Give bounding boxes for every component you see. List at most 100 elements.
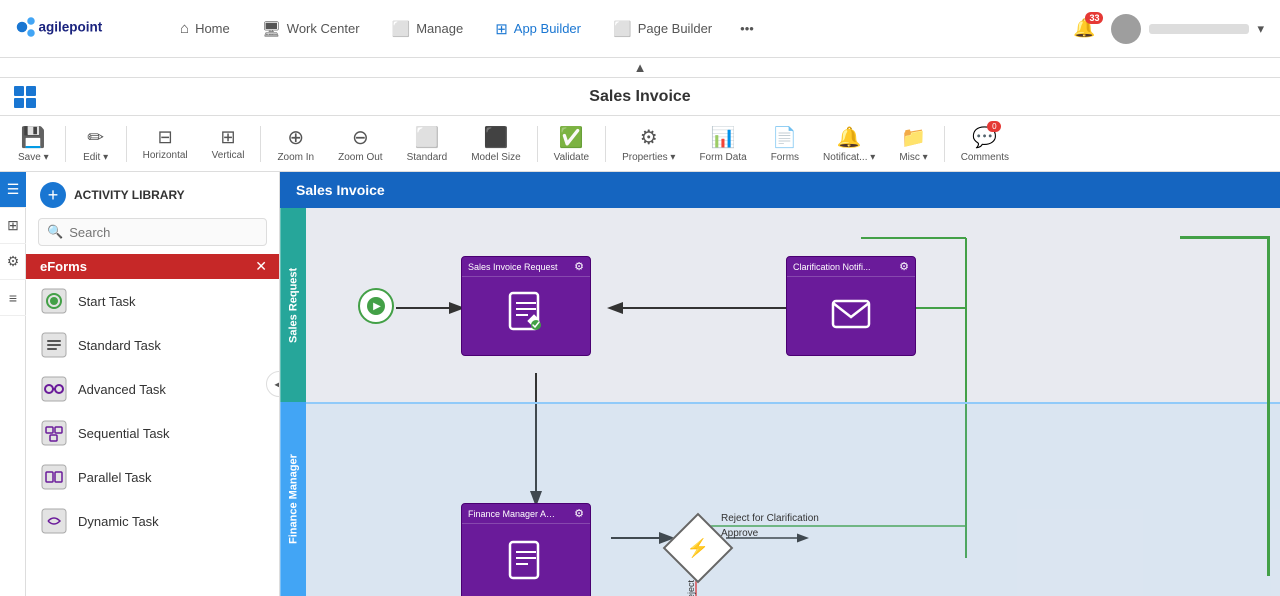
notification-badge: 33: [1085, 12, 1103, 24]
eforms-close-button[interactable]: ✕: [255, 258, 267, 275]
separator: [944, 126, 945, 162]
main-content: ☰ ⊞ ⚙ ≡ + ACTIVITY LIBRARY 🔍 eForms ✕: [0, 172, 1280, 596]
formdata-button[interactable]: 📊 Form Data: [689, 121, 756, 167]
node-settings-icon[interactable]: ⚙: [574, 507, 584, 520]
svg-text:agilepoint: agilepoint: [39, 20, 103, 35]
notifications-tool-button[interactable]: 🔔 Notificat...: [813, 121, 885, 167]
zoomin-button[interactable]: ⊕ Zoom In: [267, 121, 324, 167]
diagram-title-label: Sales Invoice: [296, 182, 385, 198]
start-node[interactable]: ▶: [358, 288, 394, 324]
canvas-body[interactable]: Sales Request Finance Manager: [280, 208, 1280, 596]
collapse-nav-bar[interactable]: ▲: [0, 58, 1280, 78]
forms-button[interactable]: 📄 Forms: [761, 121, 809, 167]
advanced-task-label: Advanced Task: [78, 382, 166, 397]
monitor-icon: 🖥: [262, 20, 281, 38]
chevron-up-icon: ▲: [634, 60, 647, 75]
notification-bell-icon: 🔔: [837, 125, 862, 150]
finance-manager-appr-node[interactable]: Finance Manager Appr... ⚙: [461, 503, 591, 596]
misc-icon: 📁: [901, 125, 926, 150]
finance-swimlane-bg: [306, 402, 1280, 596]
vertical-label: Vertical: [212, 150, 245, 161]
nav-appbuilder[interactable]: ⊞ App Builder: [483, 14, 593, 44]
play-icon: ▶: [373, 301, 381, 312]
zoomout-button[interactable]: ⊖ Zoom Out: [328, 121, 392, 167]
toolbar: 💾 Save ✏ Edit ⊟ Horizontal ⊞ Vertical ⊕ …: [0, 116, 1280, 172]
nav-workcenter[interactable]: 🖥 Work Center: [250, 14, 372, 44]
sequential-task-icon: [40, 419, 68, 447]
canvas-title: Sales Invoice: [280, 172, 1280, 208]
list-item[interactable]: Advanced Task: [26, 367, 279, 411]
decision-diamond[interactable]: ⚡: [666, 516, 730, 580]
node-settings-icon[interactable]: ⚙: [574, 260, 584, 273]
standard-task-label: Standard Task: [78, 338, 161, 353]
nav-more-button[interactable]: •••: [732, 15, 762, 42]
list-view-button[interactable]: ☰: [0, 172, 26, 208]
parallel-task-label: Parallel Task: [78, 470, 151, 485]
vertical-icon: ⊞: [220, 127, 235, 148]
layers-button[interactable]: ≡: [0, 280, 26, 316]
swimlane-divider: [306, 402, 1280, 404]
search-box: 🔍: [38, 218, 267, 246]
nav-pagebuilder[interactable]: ⬜ Page Builder: [601, 14, 724, 44]
node-settings-icon[interactable]: ⚙: [899, 260, 909, 273]
title-bar: Sales Invoice: [0, 78, 1280, 116]
edit-icon: ✏: [87, 125, 104, 150]
add-activity-button[interactable]: +: [40, 182, 66, 208]
forms-label: Forms: [771, 152, 799, 163]
properties-button[interactable]: ⚙ Properties: [612, 121, 685, 167]
search-input[interactable]: [69, 225, 258, 240]
list-item[interactable]: Dynamic Task: [26, 499, 279, 543]
standard-task-icon: [40, 331, 68, 359]
grid-view-button[interactable]: ⊞: [0, 208, 26, 244]
eforms-section-header: eForms ✕: [26, 254, 279, 279]
list-item[interactable]: Start Task: [26, 279, 279, 323]
separator: [537, 126, 538, 162]
green-border-right: [1267, 236, 1270, 576]
list-item[interactable]: Sequential Task: [26, 411, 279, 455]
appbuilder-icon: ⊞: [495, 20, 508, 38]
horizontal-button[interactable]: ⊟ Horizontal: [133, 123, 198, 165]
node-body: [462, 277, 590, 349]
horizontal-icon: ⊟: [158, 127, 173, 148]
node-header: Clarification Notifi... ⚙: [787, 257, 915, 277]
sidebar-top-left: + ACTIVITY LIBRARY: [40, 182, 185, 208]
save-button[interactable]: 💾 Save: [8, 121, 59, 167]
nav-appbuilder-label: App Builder: [514, 21, 581, 36]
nav-manage[interactable]: ⬜ Manage: [380, 14, 476, 44]
settings-view-button[interactable]: ⚙: [0, 244, 26, 280]
clarification-notif-label: Clarification Notifi...: [793, 262, 871, 272]
sales-invoice-request-node[interactable]: Sales Invoice Request ⚙: [461, 256, 591, 356]
dynamic-task-icon: [40, 507, 68, 535]
node-header: Finance Manager Appr... ⚙: [462, 504, 590, 524]
node-body: [462, 524, 590, 596]
user-name: [1149, 24, 1249, 34]
search-icon: 🔍: [47, 224, 63, 240]
vertical-button[interactable]: ⊞ Vertical: [202, 123, 255, 165]
separator: [605, 126, 606, 162]
clarification-notif-node[interactable]: Clarification Notifi... ⚙: [786, 256, 916, 356]
validate-button[interactable]: ✅ Validate: [544, 121, 599, 167]
nav-home[interactable]: ⌂ Home: [168, 14, 242, 43]
diagram-canvas[interactable]: ▶ Sales Invoice Request ⚙: [306, 208, 1280, 596]
standard-button[interactable]: ⬜ Standard: [397, 121, 458, 167]
list-item[interactable]: Parallel Task: [26, 455, 279, 499]
manage-icon: ⬜: [392, 20, 411, 38]
sequential-task-label: Sequential Task: [78, 426, 170, 441]
pagebuilder-icon: ⬜: [613, 20, 632, 38]
advanced-task-icon: [40, 375, 68, 403]
separator: [65, 126, 66, 162]
notifications-button[interactable]: 🔔 33: [1073, 18, 1095, 39]
comments-button[interactable]: 💬 0 Comments: [951, 121, 1019, 167]
modelsize-button[interactable]: ⬛ Model Size: [461, 121, 530, 167]
swimlane-labels: Sales Request Finance Manager: [280, 208, 306, 596]
separator: [126, 126, 127, 162]
node-header: Sales Invoice Request ⚙: [462, 257, 590, 277]
list-item[interactable]: Standard Task: [26, 323, 279, 367]
grid-menu-button[interactable]: [14, 86, 36, 108]
save-label: Save: [18, 152, 49, 163]
edit-button[interactable]: ✏ Edit: [72, 121, 120, 167]
user-avatar: [1111, 14, 1141, 44]
user-menu[interactable]: ▾: [1111, 14, 1264, 44]
misc-button[interactable]: 📁 Misc: [889, 121, 937, 167]
app-logo[interactable]: agilepoint: [16, 9, 136, 48]
